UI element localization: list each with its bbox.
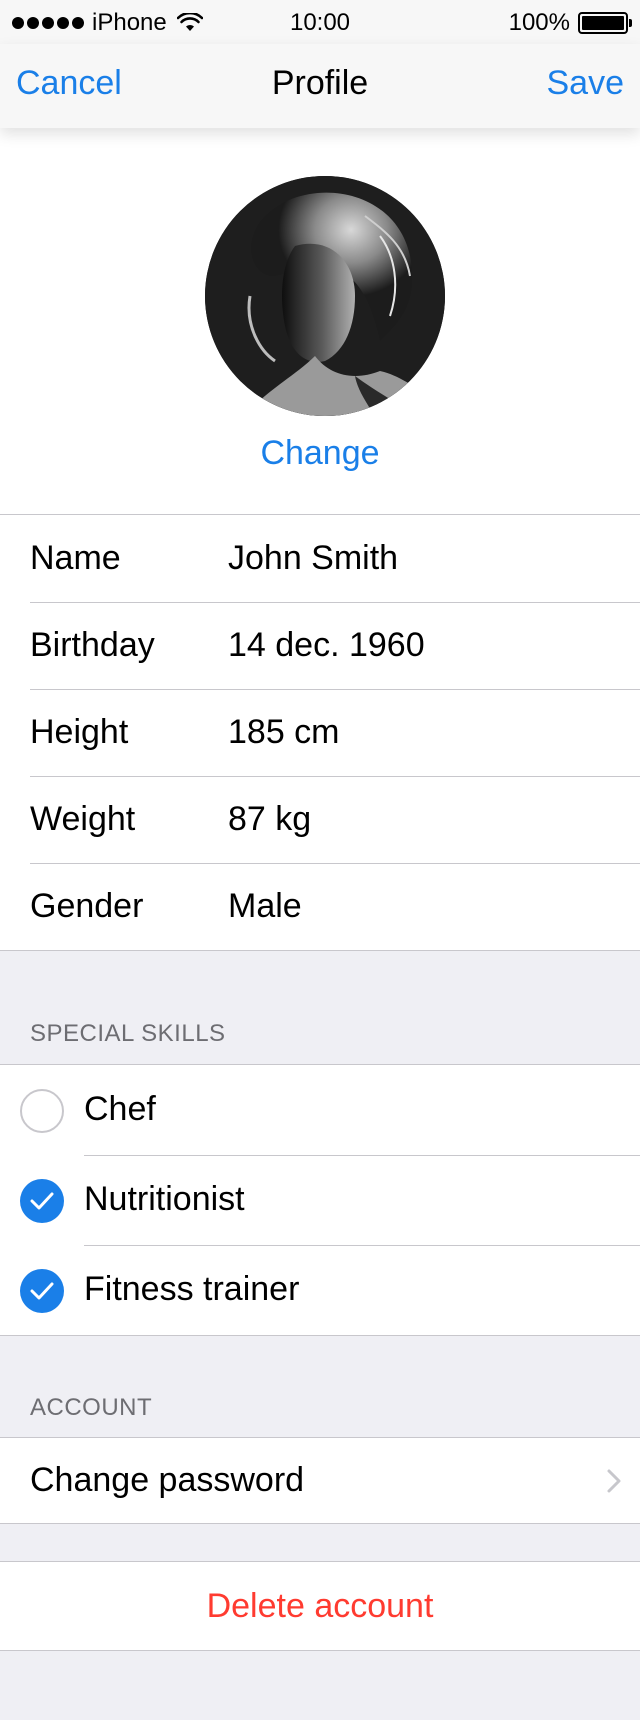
change-password-label: Change password: [30, 1461, 305, 1499]
field-label: Weight: [30, 800, 136, 838]
field-value[interactable]: 185 cm: [228, 713, 340, 752]
checkmark-icon[interactable]: [20, 1269, 64, 1313]
save-button[interactable]: Save: [547, 64, 625, 103]
avatar-photo: [205, 176, 445, 416]
delete-account-label: Delete account: [206, 1587, 434, 1625]
navigation-bar: Cancel Profile Save: [0, 44, 640, 128]
status-bar: iPhone 10:00 100%: [0, 0, 640, 44]
battery-percent: 100%: [508, 9, 570, 36]
field-row-birthday[interactable]: Birthday 14 dec. 1960: [0, 602, 640, 689]
field-label: Gender: [30, 887, 144, 925]
skills-list: Chef Nutritionist Fitness trainer: [0, 1064, 640, 1336]
field-row-gender[interactable]: Gender Male: [0, 863, 640, 950]
battery-icon: [578, 12, 632, 34]
field-value[interactable]: Male: [228, 887, 302, 926]
page-title: Profile: [271, 64, 369, 102]
chevron-right-icon: [607, 1469, 621, 1493]
section-header-account: ACCOUNT: [30, 1394, 153, 1421]
field-label: Name: [30, 539, 121, 577]
field-row-name[interactable]: Name John Smith: [0, 515, 640, 602]
skill-label: Nutritionist: [84, 1180, 245, 1218]
skill-item-chef[interactable]: Chef: [0, 1065, 640, 1155]
skill-label: Fitness trainer: [84, 1270, 300, 1308]
avatar-section: Change: [0, 128, 640, 514]
field-value[interactable]: 87 kg: [228, 800, 311, 839]
avatar[interactable]: [205, 176, 445, 416]
field-value[interactable]: 14 dec. 1960: [228, 626, 425, 665]
field-label: Birthday: [30, 626, 155, 664]
field-label: Height: [30, 713, 129, 751]
change-photo-button[interactable]: Change: [0, 434, 640, 473]
section-header-skills: SPECIAL SKILLS: [30, 1020, 226, 1047]
skill-label: Chef: [84, 1090, 156, 1128]
skill-item-fitness-trainer[interactable]: Fitness trainer: [0, 1245, 640, 1335]
checkmark-icon[interactable]: [20, 1179, 64, 1223]
checkbox-unchecked-icon[interactable]: [20, 1089, 64, 1133]
status-right: 100%: [508, 9, 632, 37]
profile-fields: Name John Smith Birthday 14 dec. 1960 He…: [0, 514, 640, 951]
delete-account-button[interactable]: Delete account: [0, 1561, 640, 1651]
field-row-weight[interactable]: Weight 87 kg: [0, 776, 640, 863]
change-password-row[interactable]: Change password: [0, 1437, 640, 1524]
field-value[interactable]: John Smith: [228, 539, 398, 578]
field-row-height[interactable]: Height 185 cm: [0, 689, 640, 776]
skill-item-nutritionist[interactable]: Nutritionist: [0, 1155, 640, 1245]
